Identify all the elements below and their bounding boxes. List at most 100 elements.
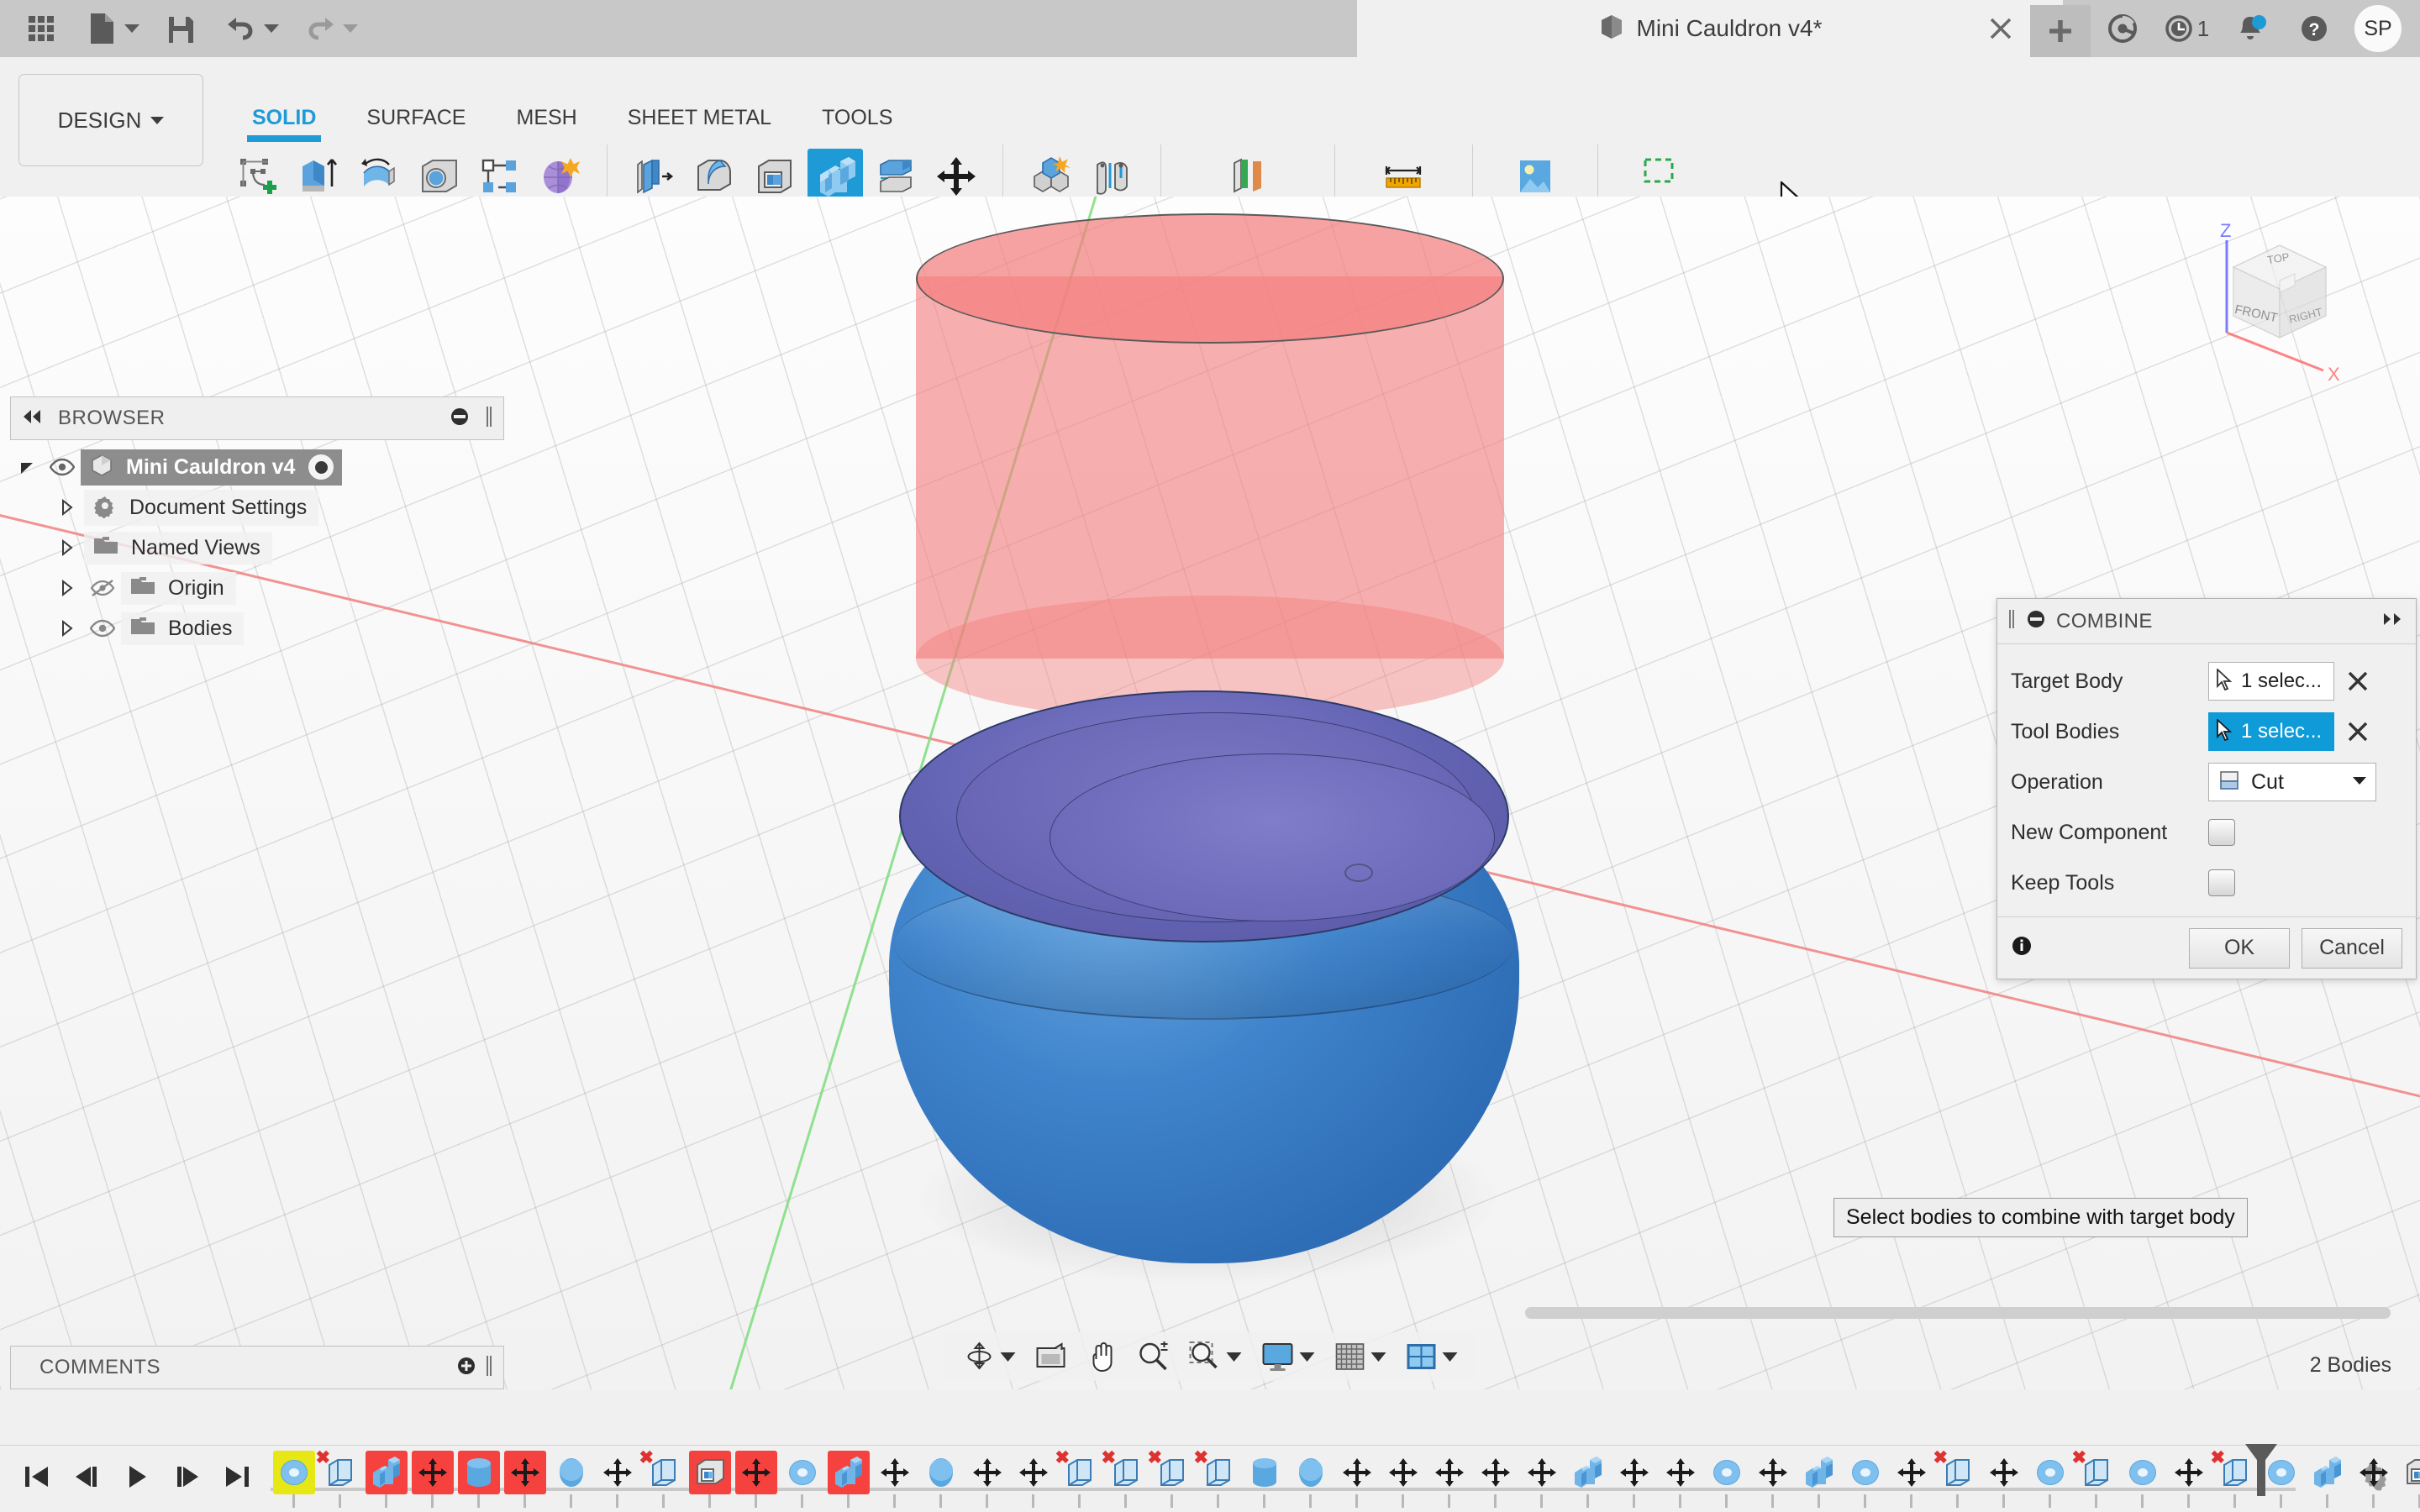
timeline-scrollbar[interactable] — [1525, 1307, 2391, 1319]
viewport-canvas[interactable]: TOP FRONT RIGHT Z X Select bodies to com… — [0, 197, 2420, 1389]
timeline-feature-combine[interactable] — [1796, 1451, 1842, 1508]
visibility-eye-icon[interactable] — [44, 458, 81, 476]
display-settings-icon[interactable] — [1254, 1341, 1322, 1372]
comments-panel[interactable]: COMMENTS — [10, 1346, 504, 1389]
job-status-icon[interactable]: 1 — [2154, 0, 2218, 57]
view-cube[interactable]: TOP FRONT RIGHT Z X — [2175, 218, 2385, 386]
clear-tool-bodies-icon[interactable] — [2334, 721, 2381, 743]
info-icon[interactable] — [2011, 935, 2033, 961]
tab-surface[interactable]: SURFACE — [341, 106, 491, 142]
step-forward-icon[interactable] — [173, 1462, 202, 1495]
panel-grip-icon[interactable] — [485, 1355, 493, 1381]
clear-target-body-icon[interactable] — [2334, 670, 2381, 692]
timeline-feature-move[interactable] — [2165, 1451, 2212, 1508]
tree-label-wrap[interactable]: Named Views — [84, 531, 272, 564]
visibility-eye-icon[interactable] — [84, 619, 121, 638]
new-file-icon[interactable] — [82, 9, 121, 48]
timeline-feature-sphere[interactable] — [1287, 1451, 1334, 1508]
account-avatar[interactable]: SP — [2354, 5, 2402, 52]
timeline-feature-body[interactable]: ✖ — [1055, 1448, 1102, 1508]
target-body-selection-field[interactable]: 1 selec... — [2208, 662, 2334, 701]
tab-solid[interactable]: SOLID — [227, 106, 341, 142]
ok-button[interactable]: OK — [2189, 927, 2290, 969]
timeline-feature-combine[interactable] — [363, 1450, 409, 1508]
timeline-feature-move[interactable] — [1334, 1451, 1380, 1508]
close-tab-icon[interactable] — [1971, 0, 2030, 57]
tab-sheet-metal[interactable]: SHEET METAL — [602, 106, 797, 142]
timeline-feature-move[interactable] — [1888, 1451, 1934, 1508]
timeline-feature-move[interactable] — [1518, 1451, 1565, 1508]
chevron-down-icon[interactable] — [1226, 1352, 1242, 1362]
look-at-icon[interactable] — [1028, 1341, 1075, 1372]
timeline-feature-move[interactable] — [733, 1450, 779, 1508]
visibility-hidden-icon[interactable] — [84, 578, 121, 598]
timeline-feature-move[interactable] — [1749, 1451, 1796, 1508]
new-file-caret-icon[interactable] — [124, 24, 139, 33]
dialog-collapse-icon[interactable] — [2026, 609, 2046, 633]
fit-icon[interactable] — [1182, 1341, 1249, 1373]
browser-minimize-icon[interactable] — [450, 407, 470, 431]
operation-dropdown[interactable]: Cut — [2208, 763, 2376, 801]
go-to-beginning-icon[interactable] — [22, 1462, 50, 1495]
cancel-button[interactable]: Cancel — [2302, 927, 2402, 969]
timeline-feature-body[interactable]: ✖ — [1933, 1448, 1981, 1508]
timeline-feature-torus[interactable] — [1842, 1451, 1888, 1508]
tree-node-root[interactable]: Mini Cauldron v4 — [10, 447, 504, 487]
chevron-down-icon[interactable] — [1000, 1352, 1016, 1362]
expand-arrow-icon[interactable] — [50, 499, 84, 516]
undo-icon[interactable] — [222, 9, 260, 48]
timeline-feature-move[interactable] — [871, 1451, 918, 1508]
timeline-feature-move[interactable] — [1380, 1451, 1426, 1508]
expand-arrow-icon[interactable] — [50, 539, 84, 556]
panel-grip-icon[interactable] — [485, 406, 493, 432]
timeline-feature-move[interactable] — [1472, 1451, 1518, 1508]
tree-label-wrap[interactable]: Bodies — [121, 612, 245, 645]
viewports-icon[interactable] — [1398, 1341, 1465, 1372]
new-tab-icon[interactable] — [2030, 5, 2091, 57]
tree-label-wrap[interactable]: Document Settings — [84, 489, 319, 526]
help-icon[interactable]: ? — [2282, 0, 2346, 57]
expand-arrow-icon[interactable] — [50, 620, 84, 637]
extensions-icon[interactable] — [2091, 0, 2154, 57]
redo-icon[interactable] — [301, 9, 339, 48]
tool-body-cylinder[interactable] — [916, 213, 1504, 722]
timeline-feature-torus[interactable] — [779, 1451, 825, 1508]
go-to-end-icon[interactable] — [224, 1462, 252, 1495]
step-back-icon[interactable] — [72, 1462, 101, 1495]
chevron-down-icon[interactable] — [1370, 1352, 1386, 1362]
keep-tools-checkbox[interactable] — [2208, 869, 2235, 896]
timeline-feature-torus[interactable] — [271, 1450, 317, 1508]
app-grid-icon[interactable] — [22, 9, 60, 48]
zoom-icon[interactable] — [1130, 1341, 1177, 1373]
tab-mesh[interactable]: MESH — [492, 106, 602, 142]
workspace-switcher[interactable]: DESIGN — [18, 74, 203, 166]
timeline-feature-shell[interactable] — [687, 1450, 733, 1508]
tree-node-document-settings[interactable]: Document Settings — [10, 487, 504, 528]
timeline-feature-move[interactable] — [1010, 1451, 1056, 1508]
timeline-feature-move[interactable] — [1426, 1451, 1472, 1508]
timeline-playhead[interactable] — [2245, 1443, 2277, 1496]
dialog-expand-icon[interactable] — [2382, 612, 2406, 631]
tree-node-origin[interactable]: Origin — [10, 568, 504, 608]
timeline-feature-torus[interactable] — [1703, 1451, 1749, 1508]
timeline-feature-sphere[interactable] — [548, 1451, 594, 1508]
expand-arrow-icon[interactable] — [10, 459, 44, 475]
timeline-feature-move[interactable] — [2350, 1451, 2396, 1508]
new-component-checkbox[interactable] — [2208, 819, 2235, 846]
timeline-feature-shell[interactable] — [2396, 1451, 2420, 1508]
tree-label-wrap[interactable]: Origin — [121, 571, 236, 605]
notifications-icon[interactable] — [2218, 0, 2282, 57]
play-icon[interactable] — [123, 1462, 151, 1495]
tool-bodies-selection-field[interactable]: 1 selec... — [2208, 712, 2334, 751]
redo-caret-icon[interactable] — [343, 24, 358, 33]
activate-component-radio[interactable] — [307, 453, 336, 481]
pan-icon[interactable] — [1080, 1341, 1125, 1373]
timeline-feature-move[interactable] — [1611, 1451, 1657, 1508]
save-icon[interactable] — [161, 9, 200, 48]
timeline-track[interactable]: ✖✖✖✖✖✖✖✖✖✖✖ — [271, 1443, 2420, 1512]
timeline-feature-torus[interactable] — [2119, 1451, 2165, 1508]
undo-caret-icon[interactable] — [264, 24, 279, 33]
timeline-feature-combine[interactable] — [1565, 1451, 1611, 1508]
timeline-feature-body[interactable]: ✖ — [639, 1448, 687, 1508]
timeline-feature-cylinder[interactable] — [455, 1450, 502, 1508]
